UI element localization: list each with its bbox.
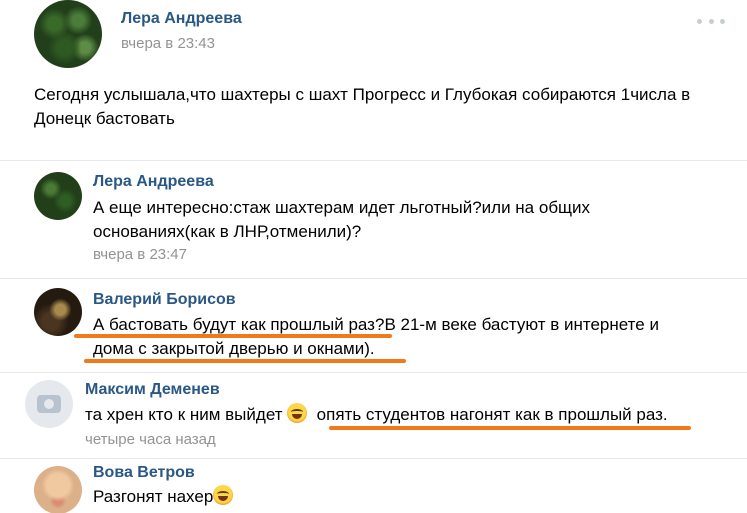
post-author-name[interactable]: Лера Андреева xyxy=(121,10,242,28)
comment-divider xyxy=(0,278,747,279)
camera-placeholder-icon xyxy=(37,395,61,413)
comment-text-part: Разгонят нахер xyxy=(93,487,214,506)
more-dots-icon[interactable] xyxy=(697,14,725,28)
post-time[interactable]: вчера в 23:43 xyxy=(121,35,215,52)
comment-text-line: Разгонят нахер xyxy=(93,485,234,509)
comment-text-line: основаниях(как в ЛНР,отменили)? xyxy=(93,222,362,241)
comment-text-line: дома с закрытой дверью и окнами). xyxy=(93,339,375,358)
comment-text-highlight: А бастовать будут как прошлый раз xyxy=(93,315,375,334)
laughing-emoji-icon xyxy=(287,403,308,423)
highlight-underline xyxy=(74,334,392,338)
avatar-comment-author[interactable] xyxy=(34,288,82,336)
avatar-post-author[interactable] xyxy=(34,0,102,68)
wall-post: Лера Андреева вчера в 23:43 Сегодня услы… xyxy=(0,0,747,513)
post-divider xyxy=(0,160,747,161)
comment-divider xyxy=(0,372,747,373)
avatar-comment-author[interactable] xyxy=(34,466,82,513)
comment-author-name[interactable]: Валерий Борисов xyxy=(93,291,236,309)
avatar-comment-author[interactable] xyxy=(25,380,73,428)
highlight-underline xyxy=(329,426,691,430)
comment-author-name[interactable]: Вова Ветров xyxy=(93,464,195,482)
laughing-emoji-icon xyxy=(213,485,234,505)
comment-text-highlight: опять студентов нагонят как в прошлый ра… xyxy=(316,405,668,424)
comment-text-line: А еще интересно:стаж шахтерам идет льгот… xyxy=(93,198,591,217)
comment-text-line: та хрен кто к ним выйдет опять студентов… xyxy=(85,403,668,427)
post-text: Сегодня услышала,что шахтеры с шахт Прог… xyxy=(34,85,691,128)
comment-divider xyxy=(0,458,747,459)
comment-author-name[interactable]: Максим Деменев xyxy=(85,381,220,399)
comment-text-rest: ?В 21-м веке бастуют в интернете и xyxy=(374,315,659,334)
comment-text-part: та хрен кто к ним выйдет xyxy=(85,405,288,424)
comment-author-name[interactable]: Лера Андреева xyxy=(93,173,214,191)
avatar-comment-author[interactable] xyxy=(34,172,82,220)
comment-time[interactable]: четыре часа назад xyxy=(85,431,216,448)
highlight-underline xyxy=(84,359,406,363)
comment-time[interactable]: вчера в 23:47 xyxy=(93,246,187,263)
